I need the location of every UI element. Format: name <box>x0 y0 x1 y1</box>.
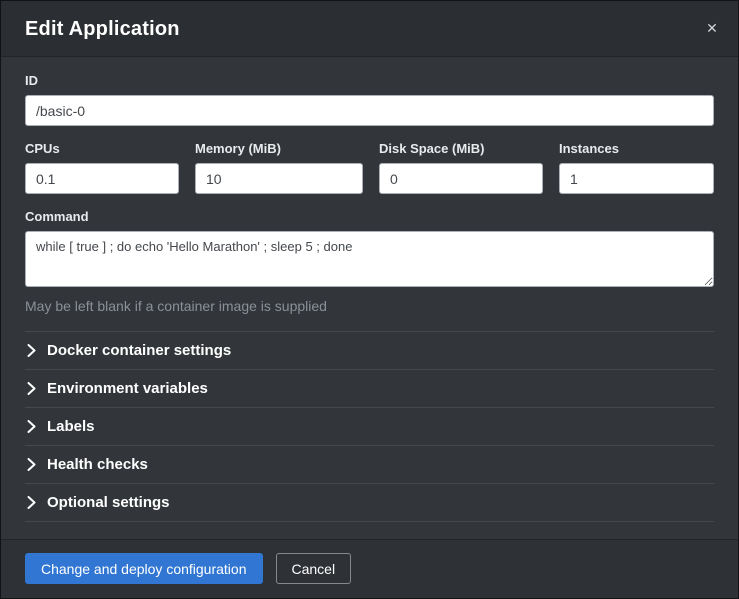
section-optional-settings[interactable]: Optional settings <box>25 483 714 522</box>
cpus-field-group: CPUs <box>25 141 179 194</box>
section-environment-variables[interactable]: Environment variables <box>25 369 714 407</box>
section-docker-container-settings[interactable]: Docker container settings <box>25 331 714 369</box>
command-textarea[interactable]: while [ true ] ; do echo 'Hello Marathon… <box>25 231 714 287</box>
section-label: Environment variables <box>47 380 208 397</box>
memory-label: Memory (MiB) <box>195 141 363 156</box>
section-labels[interactable]: Labels <box>25 407 714 445</box>
disk-label: Disk Space (MiB) <box>379 141 543 156</box>
change-and-deploy-button[interactable]: Change and deploy configuration <box>25 553 263 584</box>
instances-field-group: Instances <box>559 141 714 194</box>
section-label: Optional settings <box>47 494 170 511</box>
modal-footer: Change and deploy configuration Cancel <box>1 539 738 598</box>
cpus-label: CPUs <box>25 141 179 156</box>
section-label: Labels <box>47 418 95 435</box>
close-icon[interactable]: ✕ <box>700 17 724 41</box>
chevron-right-icon <box>27 344 36 357</box>
modal-title: Edit Application <box>25 18 714 41</box>
command-help-text: May be left blank if a container image i… <box>25 298 714 314</box>
instances-input[interactable] <box>559 163 714 194</box>
disk-field-group: Disk Space (MiB) <box>379 141 543 194</box>
collapsible-sections: Docker container settings Environment va… <box>25 331 714 522</box>
cpus-input[interactable] <box>25 163 179 194</box>
chevron-right-icon <box>27 382 36 395</box>
chevron-right-icon <box>27 496 36 509</box>
id-field-group: ID <box>25 73 714 126</box>
section-health-checks[interactable]: Health checks <box>25 445 714 483</box>
instances-label: Instances <box>559 141 714 156</box>
chevron-right-icon <box>27 420 36 433</box>
edit-application-modal: Edit Application ✕ ID CPUs Memory (MiB) … <box>0 0 739 599</box>
memory-input[interactable] <box>195 163 363 194</box>
disk-input[interactable] <box>379 163 543 194</box>
id-input[interactable] <box>25 95 714 126</box>
id-label: ID <box>25 73 714 88</box>
modal-body: ID CPUs Memory (MiB) Disk Space (MiB) In… <box>1 57 738 539</box>
chevron-right-icon <box>27 458 36 471</box>
modal-header: Edit Application ✕ <box>1 1 738 57</box>
section-label: Docker container settings <box>47 342 231 359</box>
resources-row: CPUs Memory (MiB) Disk Space (MiB) Insta… <box>25 141 714 194</box>
section-label: Health checks <box>47 456 148 473</box>
memory-field-group: Memory (MiB) <box>195 141 363 194</box>
command-field-group: Command while [ true ] ; do echo 'Hello … <box>25 209 714 314</box>
cancel-button[interactable]: Cancel <box>276 553 352 584</box>
command-label: Command <box>25 209 714 224</box>
